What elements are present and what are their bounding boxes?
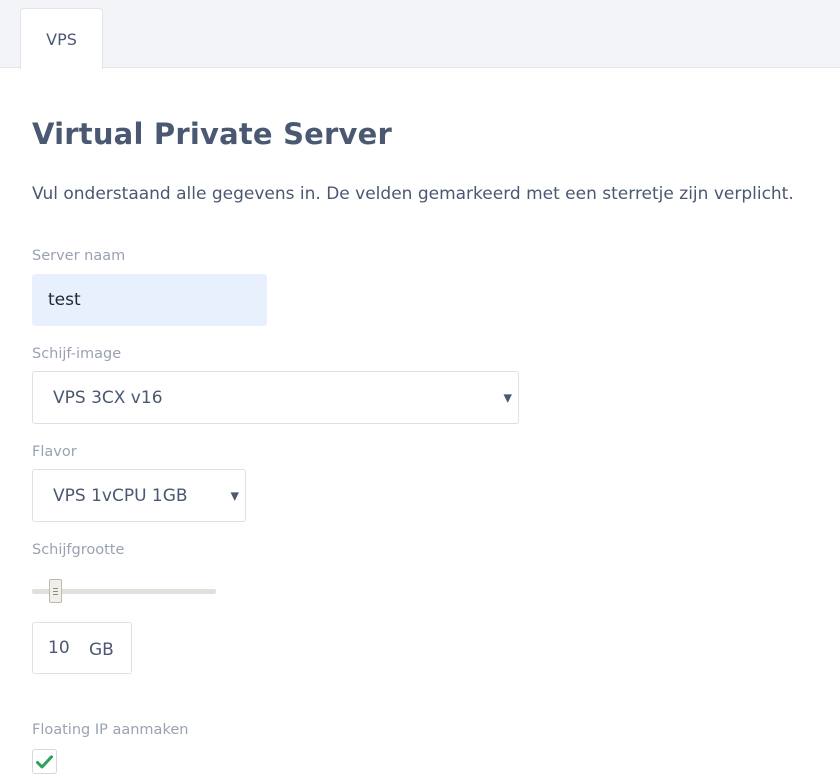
- disk-size-label: Schijfgrootte: [32, 542, 125, 558]
- floating-ip-label: Floating IP aanmaken: [32, 722, 189, 738]
- flavor-label: Flavor: [32, 444, 77, 460]
- caret-down-icon: ▼: [230, 489, 239, 502]
- tab-bar: VPS: [0, 0, 840, 69]
- form-intro: Vul onderstaand alle gegevens in. De vel…: [32, 184, 794, 204]
- flavor-select[interactable]: VPS 1vCPU 1GB ▼: [32, 469, 246, 522]
- disk-image-label: Schijf-image: [32, 346, 122, 362]
- disk-image-select[interactable]: VPS 3CX v16 ▼: [32, 371, 519, 424]
- slider-thumb[interactable]: [49, 579, 62, 603]
- server-name-input[interactable]: [32, 274, 267, 326]
- disk-size-unit: GB: [89, 639, 114, 660]
- disk-size-slider[interactable]: [32, 577, 216, 607]
- flavor-value: VPS 1vCPU 1GB: [53, 485, 188, 506]
- floating-ip-checkbox[interactable]: [32, 749, 57, 774]
- disk-image-value: VPS 3CX v16: [53, 387, 163, 408]
- caret-down-icon: ▼: [503, 391, 512, 404]
- disk-size-value: 10: [48, 638, 70, 658]
- grip-icon: [53, 587, 58, 595]
- disk-size-field[interactable]: 10 GB: [32, 622, 132, 674]
- page-title: Virtual Private Server: [32, 117, 393, 151]
- server-name-label: Server naam: [32, 248, 126, 264]
- tab-vps[interactable]: VPS: [20, 8, 103, 69]
- checkmark-icon: [36, 754, 53, 768]
